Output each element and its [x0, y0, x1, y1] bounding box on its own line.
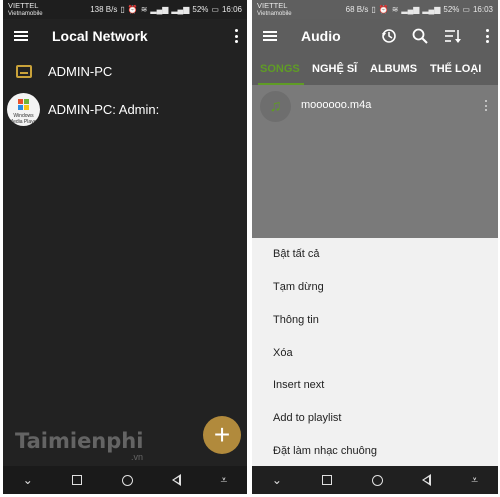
app-bar: Audio — [252, 19, 498, 53]
vibrate-icon: ▯ — [371, 5, 376, 14]
tab-bar: SONGS NGHỆ SĨ ALBUMS THỂ LOẠI — [252, 53, 498, 85]
back-icon[interactable] — [172, 474, 182, 486]
signal-icon: ▂▄▆ — [150, 5, 169, 14]
notification-pull-icon[interactable]: ⩡ — [220, 473, 227, 488]
windows-media-player-icon: Windows Media Player — [7, 92, 40, 126]
recent-apps-icon[interactable] — [321, 475, 332, 485]
watermark: Taimienphi — [15, 429, 144, 453]
network-speed: 138 B/s — [90, 5, 118, 14]
menu-item-play-all[interactable]: Bật tất cả — [273, 248, 319, 260]
song-item[interactable]: ♫ moooooo.m4a — [252, 88, 498, 124]
chevron-down-icon[interactable]: ⌄ — [23, 473, 33, 487]
status-bar: VIETTEL Vietnamobile 68 B/s ▯ ⏰ ≋ ▂▄▆ ▂▄… — [252, 0, 498, 19]
network-item-admin-pc-admin[interactable]: Windows Media Player ADMIN-PC: Admin: — [3, 91, 247, 127]
status-right: 138 B/s ▯ ⏰ ≋ ▂▄▆ ▂▄▆ 52% ▭ 16:06 — [90, 5, 242, 14]
carrier-name: VIETTEL — [8, 1, 39, 10]
wifi-icon: ≋ — [391, 5, 399, 14]
music-note-icon: ♫ — [260, 91, 291, 122]
search-icon[interactable] — [412, 28, 428, 44]
menu-item-delete[interactable]: Xóa — [273, 347, 293, 359]
carrier: VIETTEL Vietnamobile — [8, 2, 43, 18]
tab-albums[interactable]: ALBUMS — [370, 63, 417, 75]
status-right: 68 B/s ▯ ⏰ ≋ ▂▄▆ ▂▄▆ 52% ▭ 16:03 — [346, 5, 493, 14]
sort-icon[interactable] — [444, 28, 461, 44]
history-icon[interactable] — [381, 28, 397, 44]
watermark-suffix: .vn — [131, 452, 144, 462]
signal-icon: ▂▄▆ — [401, 5, 420, 14]
page-title: Audio — [301, 28, 341, 44]
battery-icon: ▭ — [211, 5, 219, 14]
icon-caption: Windows Media Player — [8, 112, 39, 125]
audio-screen: VIETTEL Vietnamobile 68 B/s ▯ ⏰ ≋ ▂▄▆ ▂▄… — [252, 0, 498, 494]
status-bar: VIETTEL Vietnamobile 138 B/s ▯ ⏰ ≋ ▂▄▆ ▂… — [3, 0, 247, 19]
clock: 16:03 — [472, 5, 493, 14]
menu-item-set-ringtone[interactable]: Đặt làm nhạc chuông — [273, 445, 377, 457]
home-icon[interactable] — [121, 474, 133, 486]
signal-icon-2: ▂▄▆ — [171, 5, 190, 14]
notification-pull-icon[interactable]: ⩡ — [471, 473, 478, 488]
carrier-sub: Vietnamobile — [8, 11, 43, 17]
app-bar: Local Network — [3, 19, 247, 53]
battery-percent: 52% — [443, 5, 460, 14]
battery-percent: 52% — [192, 5, 209, 14]
home-icon[interactable] — [371, 474, 383, 486]
menu-item-info[interactable]: Thông tin — [273, 314, 319, 326]
carrier: VIETTEL Vietnamobile — [257, 2, 292, 18]
tab-artists[interactable]: NGHỆ SĨ — [312, 63, 357, 75]
menu-icon[interactable] — [263, 31, 277, 41]
page-title: Local Network — [52, 28, 148, 44]
more-options-icon[interactable] — [486, 29, 490, 43]
tab-genres[interactable]: THỂ LOẠI — [430, 63, 481, 75]
system-nav-bar: ⌄ ⩡ — [252, 466, 498, 494]
local-network-screen: VIETTEL Vietnamobile 138 B/s ▯ ⏰ ≋ ▂▄▆ ▂… — [3, 0, 247, 494]
network-item-admin-pc[interactable]: ADMIN-PC — [3, 53, 247, 89]
menu-item-insert-next[interactable]: Insert next — [273, 379, 324, 391]
menu-item-pause[interactable]: Tạm dừng — [273, 281, 324, 293]
add-button[interactable]: + — [203, 416, 241, 454]
more-options-icon[interactable] — [235, 29, 239, 43]
back-icon[interactable] — [422, 474, 432, 486]
system-nav-bar: ⌄ ⩡ — [3, 466, 247, 494]
active-tab-indicator — [258, 83, 304, 85]
clock: 16:06 — [221, 5, 242, 14]
network-speed: 68 B/s — [345, 5, 369, 14]
recent-apps-icon[interactable] — [72, 475, 83, 485]
smb-server-icon — [16, 64, 32, 78]
network-item-label: ADMIN-PC: Admin: — [48, 101, 160, 117]
network-item-label: ADMIN-PC — [48, 63, 113, 79]
carrier-name: VIETTEL — [257, 1, 288, 10]
tab-songs[interactable]: SONGS — [260, 63, 300, 75]
carrier-sub: Vietnamobile — [257, 11, 292, 17]
signal-icon-2: ▂▄▆ — [422, 5, 441, 14]
wifi-icon: ≋ — [140, 5, 148, 14]
battery-icon: ▭ — [462, 5, 470, 14]
menu-icon[interactable] — [14, 31, 28, 41]
song-title: moooooo.m4a — [301, 99, 372, 111]
alarm-icon: ⏰ — [127, 5, 138, 14]
alarm-icon: ⏰ — [378, 5, 389, 14]
menu-item-add-to-playlist[interactable]: Add to playlist — [273, 412, 341, 424]
chevron-down-icon[interactable]: ⌄ — [272, 473, 282, 487]
context-menu-sheet: Bật tất cả Tạm dừng Thông tin Xóa Insert… — [252, 238, 498, 466]
song-more-icon[interactable] — [485, 100, 488, 111]
vibrate-icon: ▯ — [120, 5, 125, 14]
